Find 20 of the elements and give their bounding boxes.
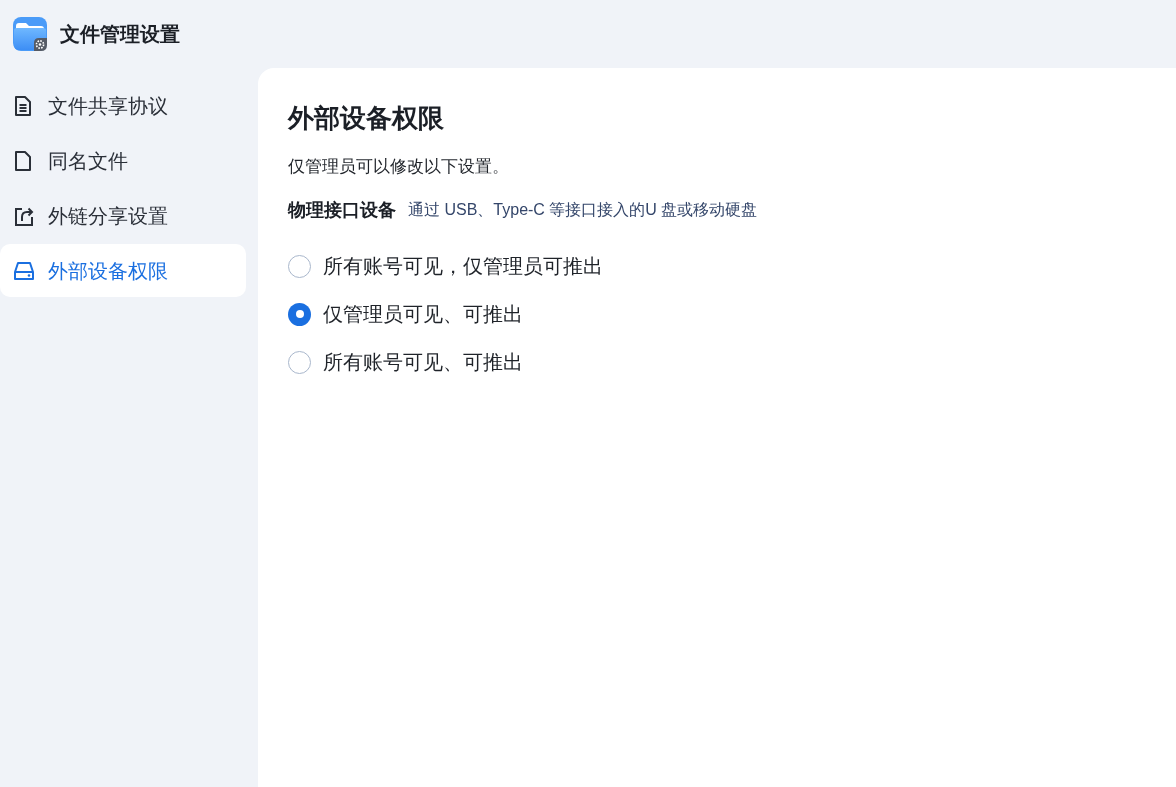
section-label: 物理接口设备 bbox=[288, 199, 396, 222]
sidebar-item[interactable]: 外部设备权限 bbox=[0, 244, 246, 297]
panel-title: 外部设备权限 bbox=[288, 103, 444, 133]
section-description: 通过 USB、Type-C 等接口接入的U 盘或移动硬盘 bbox=[408, 200, 758, 220]
document-icon bbox=[14, 95, 32, 116]
radio-button[interactable] bbox=[288, 302, 311, 326]
share-out-icon bbox=[14, 205, 34, 226]
folder-gear-app-icon bbox=[13, 17, 47, 51]
sidebar-item[interactable]: 文件共享协议 bbox=[0, 79, 246, 132]
sidebar-item[interactable]: 同名文件 bbox=[0, 134, 246, 187]
radio-label[interactable]: 仅管理员可见、可推出 bbox=[323, 300, 523, 328]
drive-icon bbox=[14, 261, 34, 280]
admin-note: 仅管理员可以修改以下设置。 bbox=[288, 156, 509, 178]
radio-label[interactable]: 所有账号可见，仅管理员可推出 bbox=[323, 252, 603, 280]
radio-button[interactable] bbox=[288, 254, 311, 278]
file-icon bbox=[14, 150, 32, 171]
radio-label[interactable]: 所有账号可见、可推出 bbox=[323, 348, 523, 376]
sidebar-item[interactable]: 外链分享设置 bbox=[0, 189, 246, 242]
radio-button[interactable] bbox=[288, 350, 311, 374]
app-title: 文件管理设置 bbox=[60, 22, 180, 47]
